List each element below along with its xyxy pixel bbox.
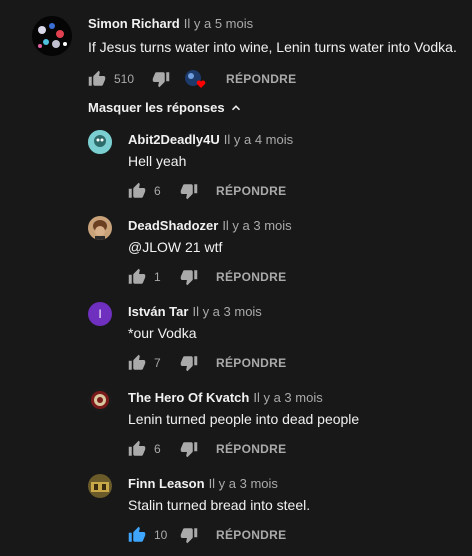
like-count: 1 [154, 270, 161, 284]
comment-text: *our Vodka [128, 325, 197, 341]
hide-replies-label: Masquer les réponses [88, 100, 225, 115]
creator-heart-icon [184, 69, 208, 89]
thumbs-down-icon [152, 72, 170, 88]
author-name[interactable]: The Hero Of Kvatch [128, 390, 249, 405]
comment-text: @JLOW 21 wtf [128, 239, 223, 255]
author-name[interactable]: Finn Leason [128, 476, 205, 491]
dislike-button[interactable] [180, 182, 198, 200]
comment-header: Simon Richard Il y a 5 mois [88, 16, 253, 32]
thumbs-down-icon [180, 356, 198, 372]
author-name[interactable]: Abit2Deadly4U [128, 132, 220, 147]
reply-button[interactable]: RÉPONDRE [216, 270, 286, 284]
like-button[interactable] [128, 440, 146, 458]
like-count: 510 [114, 72, 135, 86]
comment-header: Finn Leason Il y a 3 mois [128, 476, 278, 492]
avatar[interactable]: I [88, 302, 112, 326]
like-count: 6 [154, 442, 161, 456]
avatar[interactable] [88, 388, 112, 412]
thumbs-down-icon [180, 528, 198, 544]
like-button[interactable] [128, 182, 146, 200]
reply-button[interactable]: RÉPONDRE [226, 72, 296, 86]
like-button[interactable] [128, 268, 146, 286]
thumbs-down-icon [180, 184, 198, 200]
comment-actions: 510 RÉPONDRE [88, 69, 296, 89]
thumbs-up-icon [128, 182, 146, 198]
comment-text: Lenin turned people into dead people [128, 411, 360, 427]
reply-button[interactable]: RÉPONDRE [216, 442, 286, 456]
avatar[interactable] [32, 16, 72, 56]
avatar-letter: I [98, 307, 102, 321]
dislike-button[interactable] [152, 70, 170, 88]
dislike-button[interactable] [180, 440, 198, 458]
comment-actions: 7 RÉPONDRE [128, 353, 286, 373]
thumbs-up-icon [128, 440, 146, 456]
comment-text: Stalin turned bread into steel. [128, 497, 311, 513]
comment-text: Hell yeah [128, 153, 187, 169]
thumbs-up-icon [128, 526, 146, 542]
reply-button[interactable]: RÉPONDRE [216, 356, 286, 370]
reply-button[interactable]: RÉPONDRE [216, 184, 286, 198]
like-count: 7 [154, 356, 161, 370]
timestamp[interactable]: Il y a 3 mois [222, 218, 291, 233]
dislike-button[interactable] [180, 354, 198, 372]
author-name[interactable]: DeadShadozer [128, 218, 218, 233]
comment-actions: 6 RÉPONDRE [128, 439, 286, 459]
comment-actions: 1 RÉPONDRE [128, 267, 286, 287]
comment-header: István Tar Il y a 3 mois [128, 304, 262, 320]
thumbs-down-icon [180, 442, 198, 458]
avatar[interactable] [88, 130, 112, 154]
timestamp[interactable]: Il y a 3 mois [192, 304, 261, 319]
timestamp[interactable]: Il y a 5 mois [184, 16, 253, 31]
comment-actions: 6 RÉPONDRE [128, 181, 286, 201]
comment-header: The Hero Of Kvatch Il y a 3 mois [128, 390, 323, 406]
like-button[interactable] [128, 354, 146, 372]
avatar[interactable] [88, 474, 112, 498]
comment-thread: Simon Richard Il y a 5 mois If Jesus turn… [0, 0, 472, 556]
avatar[interactable] [88, 216, 112, 240]
dislike-button[interactable] [180, 268, 198, 286]
thumbs-down-icon [180, 270, 198, 286]
like-count: 6 [154, 184, 161, 198]
thumbs-up-icon [88, 70, 106, 86]
chevron-up-icon [231, 104, 240, 110]
timestamp[interactable]: Il y a 4 mois [224, 132, 293, 147]
hide-replies-toggle[interactable]: Masquer les réponses [88, 100, 243, 115]
thumbs-up-icon [128, 268, 146, 284]
author-name[interactable]: István Tar [128, 304, 188, 319]
thumbs-up-icon [128, 354, 146, 370]
like-button[interactable] [88, 70, 106, 88]
like-count: 10 [154, 528, 168, 542]
comment-header: DeadShadozer Il y a 3 mois [128, 218, 292, 234]
timestamp[interactable]: Il y a 3 mois [209, 476, 278, 491]
comment-actions: 10 RÉPONDRE [128, 525, 286, 545]
timestamp[interactable]: Il y a 3 mois [253, 390, 322, 405]
like-button[interactable] [128, 526, 146, 544]
comment-text: If Jesus turns water into wine, Lenin tu… [88, 39, 457, 55]
author-name[interactable]: Simon Richard [88, 16, 180, 31]
comment-header: Abit2Deadly4U Il y a 4 mois [128, 132, 293, 148]
dislike-button[interactable] [180, 526, 198, 544]
reply-button[interactable]: RÉPONDRE [216, 528, 286, 542]
